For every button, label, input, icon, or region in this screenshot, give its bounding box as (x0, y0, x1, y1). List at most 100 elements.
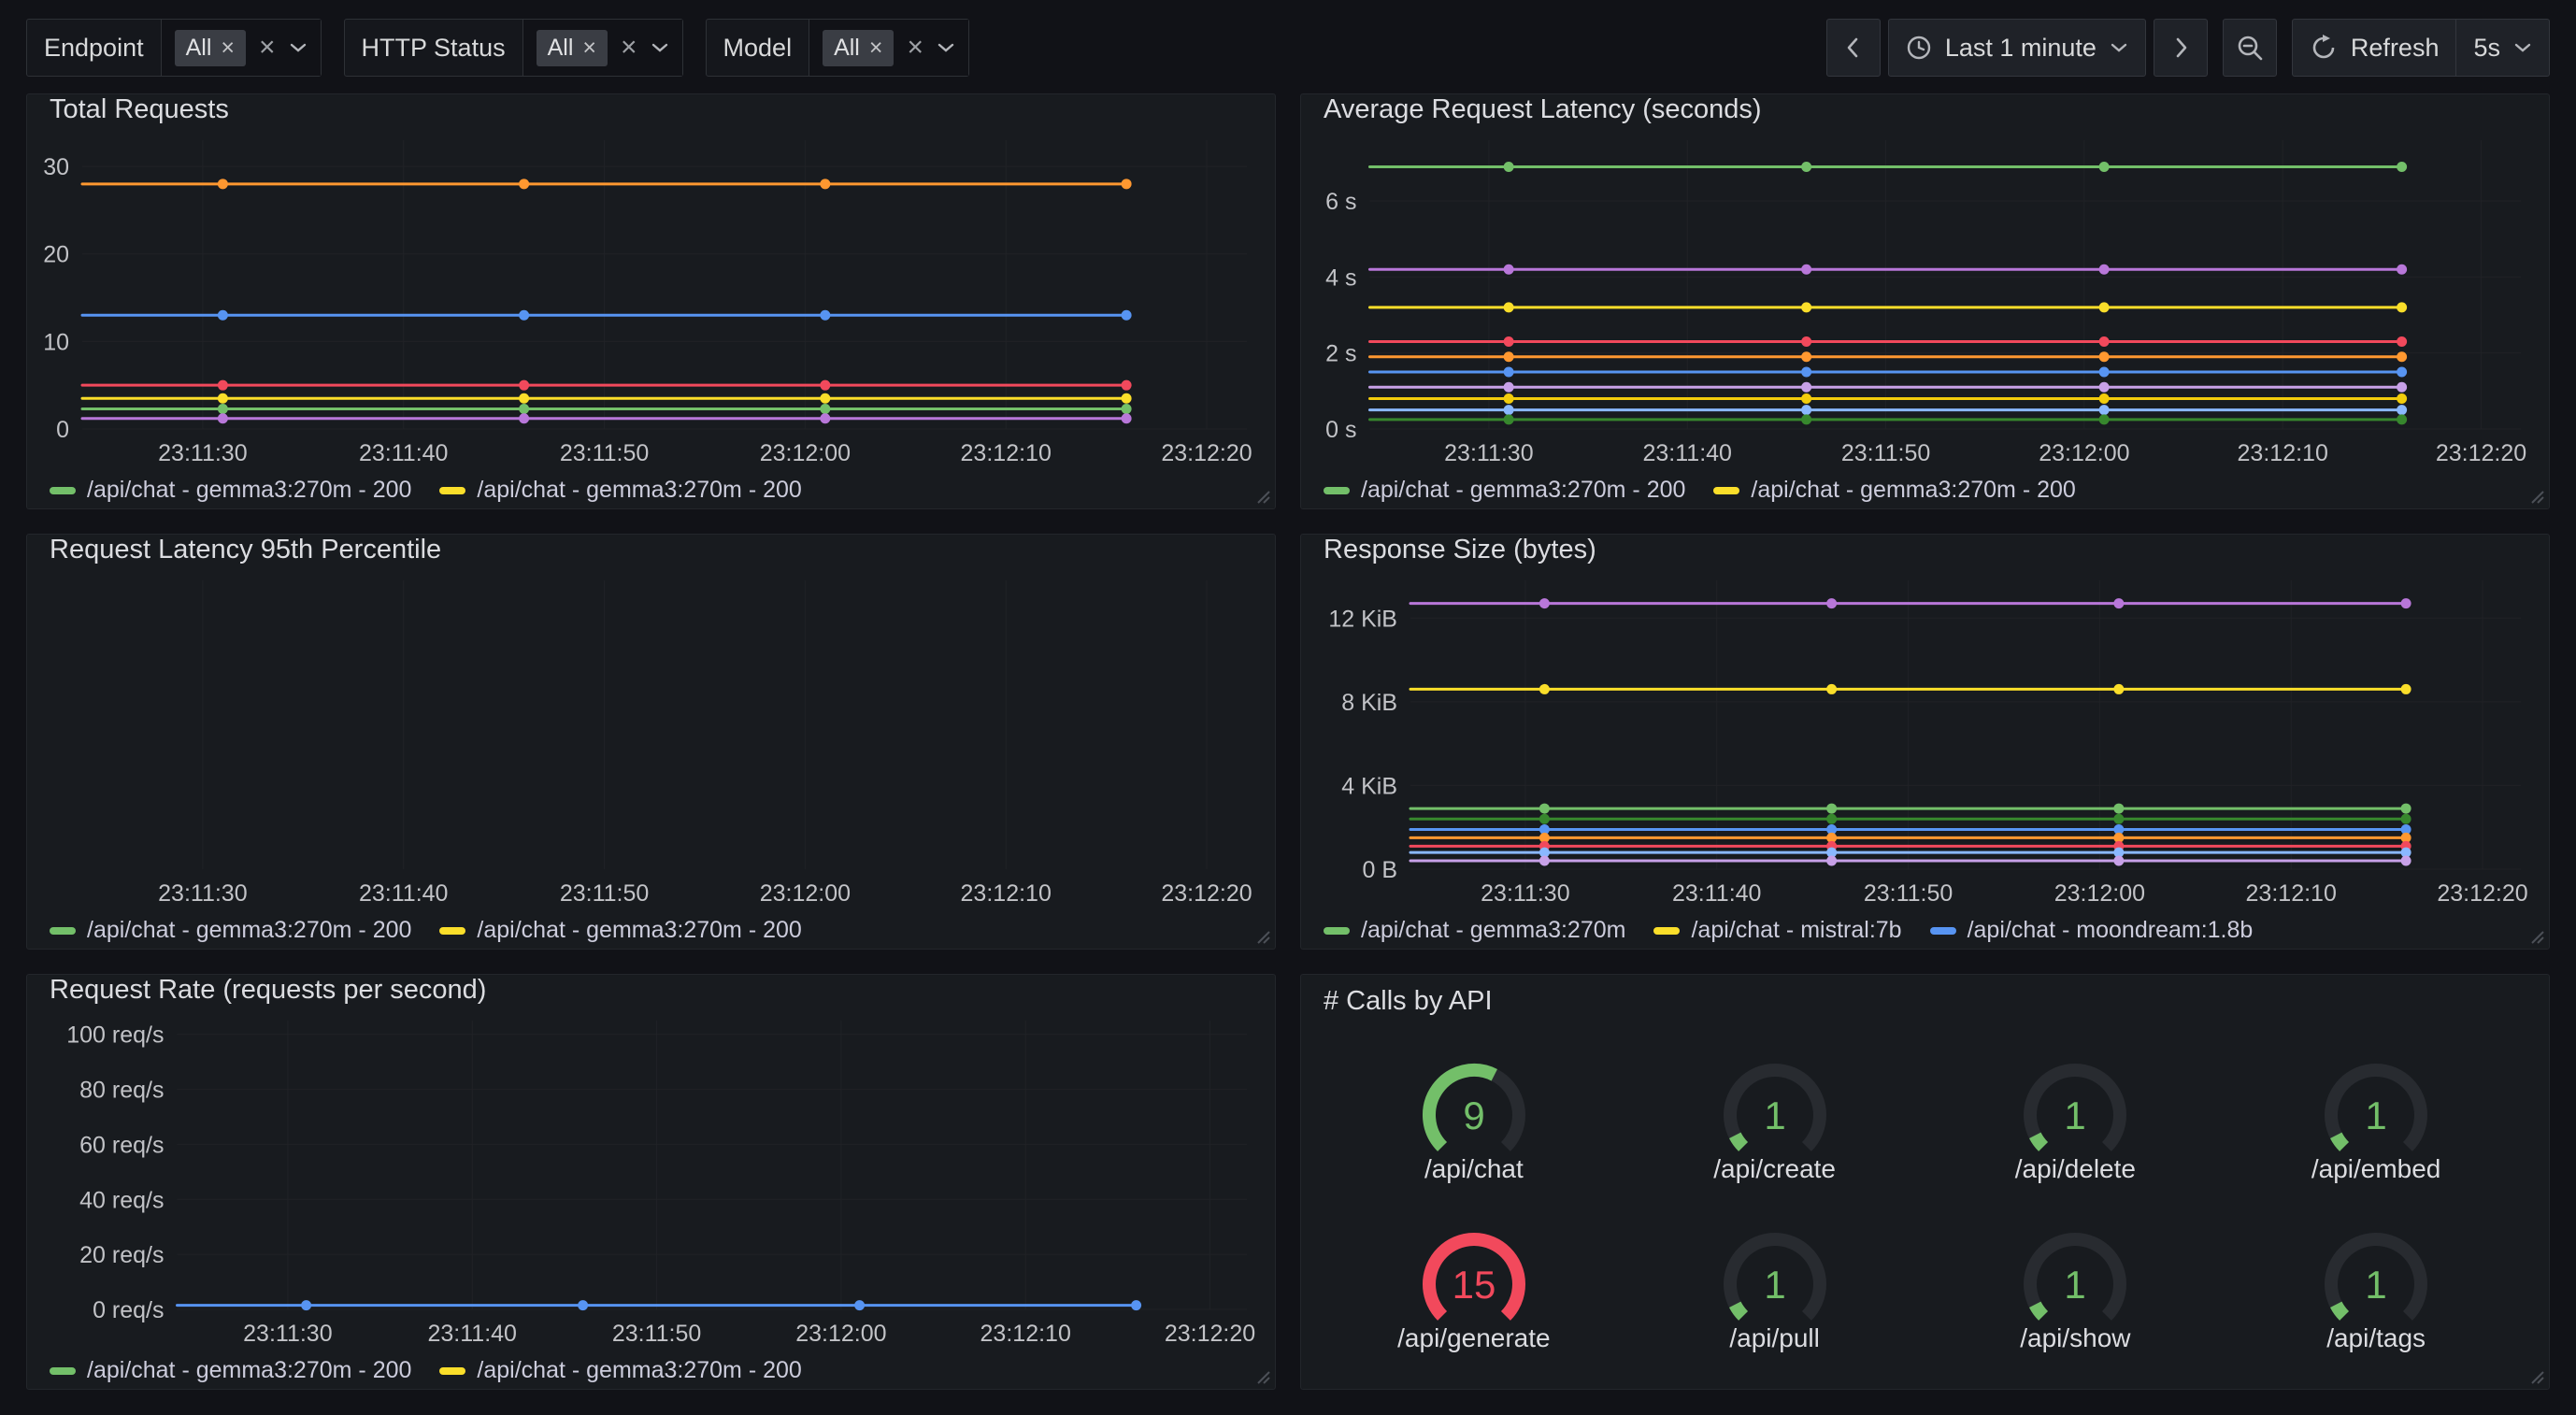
series-point[interactable] (2401, 814, 2411, 824)
series-point[interactable] (2397, 351, 2407, 362)
series-point[interactable] (2401, 804, 2411, 814)
filter-value-chip[interactable]: All × (823, 30, 894, 66)
series-point[interactable] (1122, 413, 1132, 423)
series-point[interactable] (1504, 162, 1514, 172)
series-point[interactable] (1131, 1300, 1141, 1310)
time-shift-back-button[interactable] (1826, 19, 1881, 77)
refresh-button[interactable]: Refresh (2292, 19, 2457, 77)
legend-item[interactable]: /api/chat - gemma3:270m - 200 (439, 477, 801, 504)
series-point[interactable] (1801, 351, 1811, 362)
series-point[interactable] (1539, 814, 1550, 824)
series-point[interactable] (1122, 404, 1132, 414)
series-point[interactable] (820, 393, 830, 404)
series-point[interactable] (1801, 264, 1811, 275)
panel-resize-handle[interactable] (1254, 488, 1271, 505)
series-point[interactable] (218, 310, 228, 321)
series-point[interactable] (218, 413, 228, 423)
series-point[interactable] (2401, 598, 2411, 608)
series-point[interactable] (2099, 367, 2110, 378)
series-point[interactable] (820, 380, 830, 391)
chart-canvas[interactable]: 23:11:3023:11:4023:11:5023:12:0023:12:10… (1301, 565, 2549, 910)
panel-title[interactable]: Average Request Latency (seconds) (1301, 94, 2549, 125)
zoom-out-button[interactable] (2223, 19, 2277, 77)
legend-item[interactable]: /api/chat - gemma3:270m - 200 (50, 917, 411, 944)
series-point[interactable] (1122, 179, 1132, 189)
panel-resize-handle[interactable] (2528, 928, 2545, 945)
series-point[interactable] (519, 413, 529, 423)
legend-item[interactable]: /api/chat - gemma3:270m - 200 (1324, 477, 1685, 504)
series-point[interactable] (218, 380, 228, 391)
series-point[interactable] (2099, 162, 2110, 172)
series-point[interactable] (519, 393, 529, 404)
series-point[interactable] (1504, 393, 1514, 404)
time-series-chart[interactable]: 23:11:3023:11:4023:11:5023:12:0023:12:10… (1301, 125, 2549, 475)
panel-title[interactable]: Request Latency 95th Percentile (27, 535, 1275, 565)
clear-filter-icon[interactable]: × (259, 34, 276, 62)
panel-resize-handle[interactable] (1254, 1368, 1271, 1385)
series-point[interactable] (820, 413, 830, 423)
series-point[interactable] (1801, 162, 1811, 172)
series-point[interactable] (820, 310, 830, 321)
series-point[interactable] (1504, 405, 1514, 415)
filter-http-status-select[interactable]: All × × (522, 20, 682, 76)
series-point[interactable] (820, 179, 830, 189)
chart-canvas[interactable]: 23:11:3023:11:4023:11:5023:12:0023:12:10… (1301, 125, 2549, 470)
series-point[interactable] (519, 380, 529, 391)
series-point[interactable] (2099, 382, 2110, 393)
series-point[interactable] (218, 393, 228, 404)
remove-value-icon[interactable]: × (869, 36, 883, 60)
series-point[interactable] (1504, 351, 1514, 362)
series-point[interactable] (2401, 684, 2411, 694)
panel-title[interactable]: Total Requests (27, 94, 1275, 125)
series-point[interactable] (2397, 162, 2407, 172)
legend-item[interactable]: /api/chat - gemma3:270m - 200 (50, 1357, 411, 1384)
legend-item[interactable]: /api/chat - gemma3:270m - 200 (50, 477, 411, 504)
series-point[interactable] (1504, 264, 1514, 275)
legend-item[interactable]: /api/chat - gemma3:270m - 200 (439, 1357, 801, 1384)
series-point[interactable] (820, 404, 830, 414)
series-point[interactable] (2113, 684, 2124, 694)
series-point[interactable] (1504, 302, 1514, 312)
series-point[interactable] (1539, 598, 1550, 608)
series-point[interactable] (519, 310, 529, 321)
time-series-chart[interactable]: 23:11:3023:11:4023:11:5023:12:0023:12:10… (27, 565, 1275, 915)
series-point[interactable] (1826, 814, 1837, 824)
series-point[interactable] (1539, 684, 1550, 694)
refresh-interval-select[interactable]: 5s (2456, 19, 2550, 77)
series-point[interactable] (2397, 302, 2407, 312)
series-point[interactable] (2099, 302, 2110, 312)
series-point[interactable] (2401, 856, 2411, 866)
series-point[interactable] (2099, 414, 2110, 424)
series-point[interactable] (1122, 393, 1132, 404)
series-point[interactable] (1539, 804, 1550, 814)
chart-canvas[interactable]: 23:11:3023:11:4023:11:5023:12:0023:12:10… (27, 565, 1275, 910)
series-point[interactable] (578, 1300, 588, 1310)
series-point[interactable] (1504, 414, 1514, 424)
series-point[interactable] (1801, 382, 1811, 393)
series-point[interactable] (1826, 598, 1837, 608)
series-point[interactable] (519, 404, 529, 414)
legend-item[interactable]: /api/chat - gemma3:270m - 200 (439, 917, 801, 944)
series-point[interactable] (854, 1300, 865, 1310)
series-point[interactable] (2397, 367, 2407, 378)
series-point[interactable] (301, 1300, 311, 1310)
series-point[interactable] (2099, 351, 2110, 362)
chart-canvas[interactable]: 23:11:3023:11:4023:11:5023:12:0023:12:10… (27, 1006, 1275, 1351)
series-point[interactable] (2397, 405, 2407, 415)
series-point[interactable] (1504, 367, 1514, 378)
series-point[interactable] (1826, 684, 1837, 694)
clear-filter-icon[interactable]: × (621, 34, 637, 62)
filter-model-select[interactable]: All × × (809, 20, 968, 76)
series-point[interactable] (1801, 414, 1811, 424)
series-point[interactable] (2397, 336, 2407, 347)
legend-item[interactable]: /api/chat - gemma3:270m - 200 (1713, 477, 2075, 504)
legend-item[interactable]: /api/chat - gemma3:270m (1324, 917, 1625, 944)
series-point[interactable] (1801, 336, 1811, 347)
series-point[interactable] (519, 179, 529, 189)
remove-value-icon[interactable]: × (221, 36, 235, 60)
series-point[interactable] (2099, 264, 2110, 275)
panel-title[interactable]: Response Size (bytes) (1301, 535, 2549, 565)
legend-item[interactable]: /api/chat - moondream:1.8b (1930, 917, 2254, 944)
series-point[interactable] (1801, 302, 1811, 312)
series-point[interactable] (1122, 380, 1132, 391)
